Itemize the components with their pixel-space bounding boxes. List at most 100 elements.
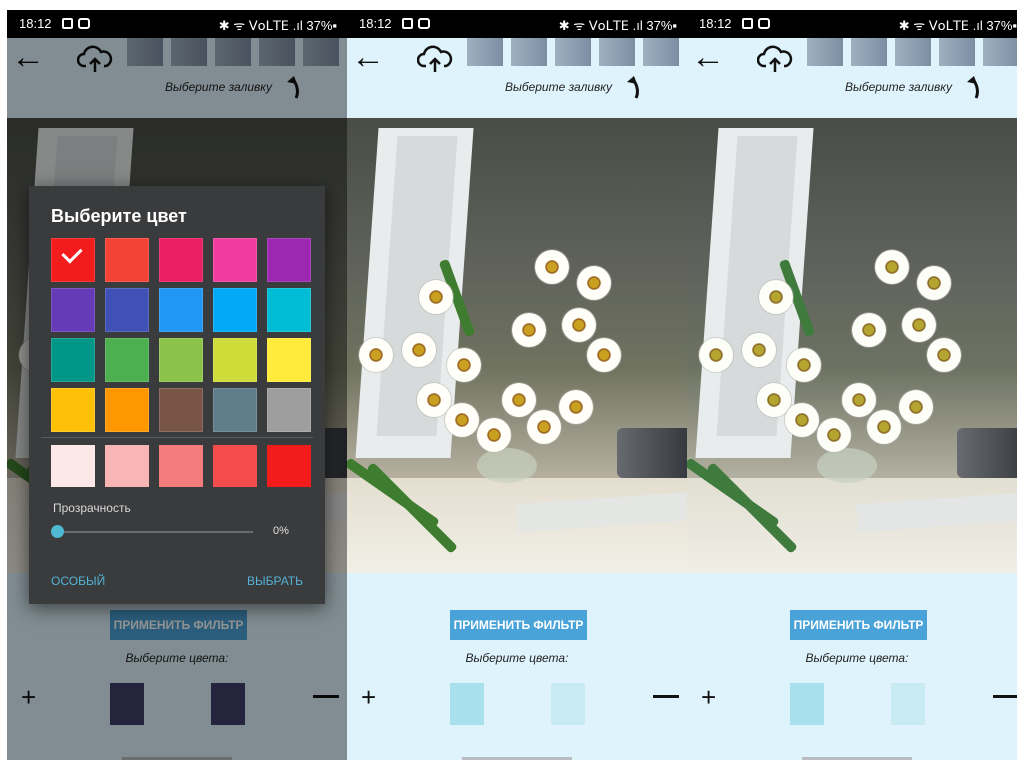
choose-colors-label: Выберите цвета: [465, 651, 569, 665]
fill-hint: Выберите заливку [505, 80, 612, 94]
palette-color[interactable] [159, 388, 203, 432]
fill-option[interactable] [807, 38, 843, 66]
status-bar: 18:12 ✱ ᯤ 𝖵𝗈𝖫𝖳𝖤 .ıl 37%▪ [7, 10, 347, 38]
fill-option[interactable] [511, 38, 547, 66]
notification-icon [78, 18, 90, 29]
palette-color[interactable] [267, 288, 311, 332]
color-picker-dialog: Выберите цвет Прозрачность 0% ОСОБЫЙ ВЫБ… [29, 186, 325, 604]
shade-color[interactable] [51, 445, 95, 487]
shade-color[interactable] [213, 445, 257, 487]
flower [535, 250, 569, 284]
notification-icon [758, 18, 770, 29]
fill-option[interactable] [467, 38, 503, 66]
palette-color[interactable] [213, 288, 257, 332]
status-indicators: ✱ ᯤ 𝖵𝗈𝖫𝖳𝖤 .ıl 37%▪ [558, 18, 677, 33]
palette-color[interactable] [105, 338, 149, 382]
add-color-button[interactable]: + [361, 682, 376, 713]
custom-color-button[interactable]: ОСОБЫЙ [51, 574, 105, 588]
notification-icon [418, 18, 430, 29]
palette-color[interactable] [267, 238, 311, 282]
cloud-upload-icon[interactable] [417, 44, 453, 74]
rotate-icon[interactable] [625, 74, 647, 100]
fill-option[interactable] [939, 38, 975, 66]
palette-color[interactable] [105, 388, 149, 432]
palette-color[interactable] [213, 338, 257, 382]
flower [587, 338, 621, 372]
flower [742, 333, 776, 367]
palette-color[interactable] [159, 288, 203, 332]
fill-option[interactable] [851, 38, 887, 66]
color-swatch-2[interactable] [891, 683, 925, 725]
palette-color[interactable] [105, 288, 149, 332]
color-swatch-1[interactable] [450, 683, 484, 725]
flower [842, 383, 876, 417]
remove-color-button[interactable] [993, 695, 1017, 698]
shade-color[interactable] [159, 445, 203, 487]
flower [359, 338, 393, 372]
flower [562, 308, 596, 342]
apply-filter-button[interactable]: ПРИМЕНИТЬ ФИЛЬТР [450, 610, 587, 640]
flower [559, 390, 593, 424]
fill-option[interactable] [983, 38, 1017, 66]
device [957, 428, 1017, 478]
fill-option[interactable] [555, 38, 591, 66]
flower [927, 338, 961, 372]
palette-color[interactable] [51, 288, 95, 332]
palette-color[interactable] [267, 338, 311, 382]
fill-hint: Выберите заливку [845, 80, 952, 94]
opacity-value: 0% [273, 525, 289, 537]
palette-color[interactable] [159, 238, 203, 282]
flower [502, 383, 536, 417]
gallery-icon [742, 18, 753, 29]
add-color-button[interactable]: + [701, 682, 716, 713]
palette-color[interactable] [213, 388, 257, 432]
flower [899, 390, 933, 424]
status-time: 18:12 [699, 16, 732, 31]
status-time: 18:12 [359, 16, 392, 31]
flower [477, 418, 511, 452]
opacity-slider-thumb[interactable] [51, 525, 64, 538]
shade-row [51, 445, 311, 487]
cloud-upload-icon[interactable] [757, 44, 793, 74]
palette-color[interactable] [267, 388, 311, 432]
rotate-icon[interactable] [965, 74, 987, 100]
flower [512, 313, 546, 347]
stage: 18:12 ✱ ᯤ 𝖵𝗈𝖫𝖳𝖤 .ıl 37%▪ ← Выберите зали… [0, 0, 1017, 760]
flower [527, 410, 561, 444]
fill-option[interactable] [599, 38, 635, 66]
select-color-button[interactable]: ВЫБРАТЬ [247, 574, 303, 588]
photo-preview [687, 118, 1017, 573]
flower [699, 338, 733, 372]
opacity-slider[interactable] [57, 531, 253, 533]
back-arrow-icon[interactable]: ← [351, 40, 385, 74]
status-time: 18:12 [19, 16, 52, 31]
back-arrow-icon[interactable]: ← [691, 40, 725, 74]
fill-option[interactable] [643, 38, 679, 66]
color-swatch-1[interactable] [790, 683, 824, 725]
photo-preview [347, 118, 687, 573]
palette-color[interactable] [105, 238, 149, 282]
flower [917, 266, 951, 300]
status-bar: 18:12 ✱ ᯤ 𝖵𝗈𝖫𝖳𝖤 .ıl 37%▪ [687, 10, 1017, 38]
toolbar: ← Выберите заливку [347, 38, 687, 118]
flower [787, 348, 821, 382]
flower [902, 308, 936, 342]
palette-color[interactable] [213, 238, 257, 282]
palette-color[interactable] [51, 388, 95, 432]
gallery-icon [62, 18, 73, 29]
fill-option[interactable] [895, 38, 931, 66]
flower [402, 333, 436, 367]
shade-color[interactable] [267, 445, 311, 487]
flower [419, 280, 453, 314]
color-swatch-2[interactable] [551, 683, 585, 725]
palette-color[interactable] [51, 238, 95, 282]
color-grid [51, 238, 311, 432]
palette-color[interactable] [159, 338, 203, 382]
apply-filter-button[interactable]: ПРИМЕНИТЬ ФИЛЬТР [790, 610, 927, 640]
shade-color[interactable] [105, 445, 149, 487]
opacity-label: Прозрачность [53, 501, 131, 515]
vase [817, 448, 877, 483]
palette-color[interactable] [51, 338, 95, 382]
remove-color-button[interactable] [653, 695, 679, 698]
choose-colors-label: Выберите цвета: [805, 651, 909, 665]
